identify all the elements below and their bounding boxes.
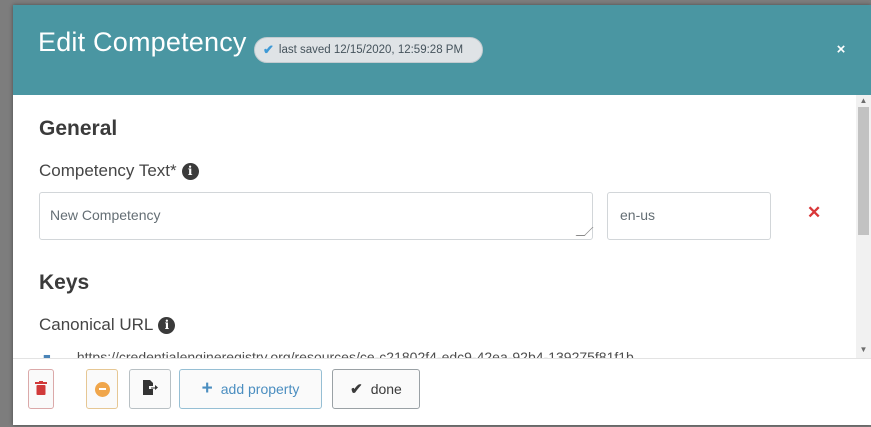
last-saved-badge: ✔ last saved 12/15/2020, 12:59:28 PM xyxy=(254,37,483,63)
link-icon: ■ xyxy=(43,349,51,359)
export-button[interactable] xyxy=(129,369,171,409)
competency-text-value: New Competency xyxy=(50,207,161,223)
minus-circle-icon xyxy=(94,381,110,397)
resize-grip-icon[interactable] xyxy=(575,227,594,236)
trash-icon xyxy=(35,380,47,398)
modal-title: Edit Competency xyxy=(38,27,247,57)
remove-button[interactable] xyxy=(86,369,118,409)
canonical-url-label-text: Canonical URL xyxy=(39,315,154,334)
edit-competency-modal: Edit Competency ✔ last saved 12/15/2020,… xyxy=(13,5,871,425)
scrollbar-thumb[interactable] xyxy=(858,107,869,235)
competency-text-label: Competency Text* i xyxy=(39,161,199,181)
close-icon: × xyxy=(836,40,846,58)
language-value: en-us xyxy=(620,207,656,223)
last-saved-text: last saved 12/15/2020, 12:59:28 PM xyxy=(278,44,464,56)
canonical-url-row: ■ https://credentialengineregistry.org/r… xyxy=(43,349,843,358)
close-button[interactable]: × xyxy=(829,37,853,61)
done-button[interactable]: ✔ done xyxy=(332,369,420,409)
keys-section-title: Keys xyxy=(39,271,90,294)
delete-button[interactable] xyxy=(28,369,54,409)
competency-text-input[interactable]: New Competency xyxy=(39,192,594,240)
language-input[interactable]: en-us xyxy=(607,192,771,240)
remove-icon[interactable]: ✕ xyxy=(807,203,821,223)
export-icon xyxy=(142,380,158,398)
modal-body: General Competency Text* i New Competenc… xyxy=(13,95,856,358)
canonical-url-label: Canonical URL i xyxy=(39,315,176,335)
modal-footer: + add property ✔ done xyxy=(13,358,871,425)
canonical-url-link[interactable]: https://credentialengineregistry.org/res… xyxy=(77,349,634,358)
check-icon: ✔ xyxy=(263,42,274,57)
info-icon[interactable]: i xyxy=(181,162,199,180)
modal-header: Edit Competency ✔ last saved 12/15/2020,… xyxy=(13,5,871,95)
add-property-button[interactable]: + add property xyxy=(179,369,322,409)
done-label: done xyxy=(370,381,402,397)
general-section-title: General xyxy=(39,117,118,140)
add-property-label: add property xyxy=(220,381,300,397)
scroll-down-arrow-icon[interactable]: ▼ xyxy=(856,345,871,357)
check-icon: ✔ xyxy=(350,381,363,398)
vertical-scrollbar[interactable]: ▲ ▼ xyxy=(856,95,871,358)
competency-text-label-text: Competency Text* xyxy=(39,161,177,180)
plus-icon: + xyxy=(201,378,213,399)
info-icon[interactable]: i xyxy=(158,316,176,334)
